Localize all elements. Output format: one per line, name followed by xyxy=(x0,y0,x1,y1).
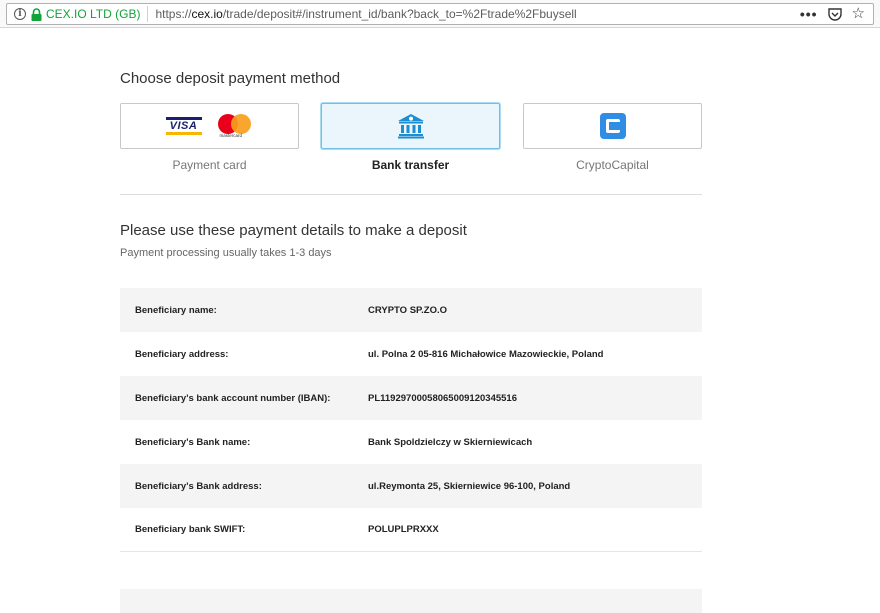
table-row: Beneficiary's Bank address: ul.Reymonta … xyxy=(120,464,702,508)
table-row: Beneficiary name: CRYPTO SP.ZO.O xyxy=(120,288,702,332)
bookmark-star-icon[interactable]: ☆ xyxy=(852,6,865,21)
bank-address-label: Beneficiary's Bank address: xyxy=(135,480,262,492)
visa-icon: VISA xyxy=(165,117,202,135)
bank-transfer-label[interactable]: Bank transfer xyxy=(321,158,500,172)
info-icon[interactable]: i xyxy=(14,8,26,20)
bank-name-label: Beneficiary's Bank name: xyxy=(135,436,251,448)
payment-details-table: Beneficiary name: CRYPTO SP.ZO.O Benefic… xyxy=(120,288,702,552)
visa-text: VISA xyxy=(169,120,198,132)
section-divider xyxy=(120,194,702,195)
url-prefix: https:// xyxy=(155,7,192,21)
bank-name-value: Bank Spoldzielczy w Skierniewicach xyxy=(368,436,533,448)
bank-icon xyxy=(397,114,424,139)
beneficiary-address-value: ul. Polna 2 05-816 Michałowice Mazowieck… xyxy=(368,348,604,360)
url-path: /trade/deposit#/instrument_id/bank?back_… xyxy=(222,7,577,21)
pocket-icon[interactable] xyxy=(827,7,842,21)
address-bar[interactable]: i CEX.IO LTD (GB) https://cex.io/trade/d… xyxy=(6,3,874,25)
beneficiary-address-label: Beneficiary address: xyxy=(135,348,229,360)
mastercard-text: mastercard xyxy=(219,133,243,138)
browser-toolbar: i CEX.IO LTD (GB) https://cex.io/trade/d… xyxy=(0,0,880,28)
iban-label: Beneficiary's bank account number (IBAN)… xyxy=(135,392,331,404)
cryptocapital-icon xyxy=(599,113,626,139)
mastercard-icon: mastercard xyxy=(217,114,254,138)
url-actions: ••• ☆ xyxy=(800,6,865,21)
processing-time-note: Payment processing usually takes 1-3 day… xyxy=(120,247,332,259)
table-row: Beneficiary's bank account number (IBAN)… xyxy=(120,376,702,420)
url-text[interactable]: https://cex.io/trade/deposit#/instrument… xyxy=(155,7,799,21)
site-identity[interactable]: CEX.IO LTD (GB) xyxy=(46,7,140,21)
beneficiary-name-value: CRYPTO SP.ZO.O xyxy=(368,304,448,316)
bank-address-value: ul.Reymonta 25, Skierniewice 96-100, Pol… xyxy=(368,480,571,492)
lock-icon[interactable] xyxy=(31,7,42,21)
iban-value: PL11929700058065009120345516 xyxy=(368,392,517,404)
more-dots-icon[interactable]: ••• xyxy=(800,7,818,21)
deposit-method-heading: Choose deposit payment method xyxy=(120,70,341,87)
table-row: Beneficiary address: ul. Polna 2 05-816 … xyxy=(120,332,702,376)
cryptocapital-label[interactable]: CryptoCapital xyxy=(523,158,702,172)
url-separator xyxy=(147,6,149,22)
payment-card-option[interactable]: VISA mastercard xyxy=(120,103,299,149)
table-row: Beneficiary's Bank name: Bank Spoldzielc… xyxy=(120,420,702,464)
table-row: Beneficiary bank SWIFT: POLUPLPRXXX xyxy=(120,508,702,552)
bank-transfer-option[interactable] xyxy=(321,103,500,149)
beneficiary-name-label: Beneficiary name: xyxy=(135,304,217,316)
swift-label: Beneficiary bank SWIFT: xyxy=(135,524,246,535)
swift-value: POLUPLPRXXX xyxy=(368,524,439,535)
url-host: cex.io xyxy=(191,7,223,21)
payment-card-label[interactable]: Payment card xyxy=(120,158,299,172)
cryptocapital-option[interactable] xyxy=(523,103,702,149)
next-section-block xyxy=(120,589,702,613)
payment-details-heading: Please use these payment details to make… xyxy=(120,222,467,239)
